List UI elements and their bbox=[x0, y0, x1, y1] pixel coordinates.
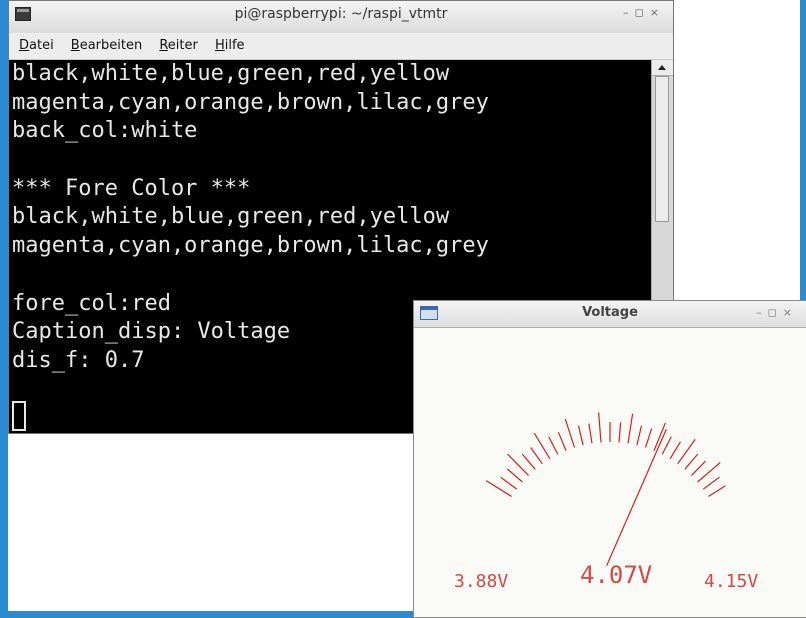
terminal-line: magenta,cyan,orange,brown,lilac,grey bbox=[12, 89, 489, 115]
menu-label: ilfe bbox=[224, 38, 245, 53]
scroll-thumb[interactable] bbox=[655, 76, 669, 222]
dial-tick bbox=[577, 425, 584, 446]
terminal-title: pi@raspberrypi: ~/raspi_vtmtr bbox=[234, 6, 448, 22]
maximize-icon[interactable]: ◻ bbox=[768, 306, 783, 319]
dial-tick bbox=[691, 460, 706, 476]
menu-hilfe[interactable]: Hilfe bbox=[215, 33, 245, 59]
menu-label: eiter bbox=[167, 38, 198, 53]
menu-label: earbeiten bbox=[79, 38, 143, 53]
dial-tick bbox=[557, 431, 567, 451]
dial-tick bbox=[548, 436, 559, 455]
voltage-title: Voltage bbox=[582, 305, 638, 320]
dial-tick bbox=[684, 453, 699, 470]
dial-tick bbox=[653, 422, 666, 451]
dial-tick bbox=[661, 436, 672, 455]
terminal-window-controls: –◻× bbox=[623, 6, 665, 19]
dial-tick bbox=[636, 425, 643, 446]
dial-tick bbox=[521, 453, 536, 470]
dial-tick bbox=[598, 412, 602, 443]
menu-bar: Datei Bearbeiten Reiter Hilfe bbox=[9, 33, 673, 60]
minimize-icon[interactable]: – bbox=[756, 306, 768, 319]
desktop: pi@raspberrypi: ~/raspi_vtmtr –◻× Datei … bbox=[8, 0, 806, 618]
minimize-icon[interactable]: – bbox=[623, 6, 635, 19]
menu-bearbeiten[interactable]: Bearbeiten bbox=[71, 33, 142, 59]
close-icon[interactable]: × bbox=[783, 306, 798, 319]
dial-tick bbox=[708, 485, 726, 498]
dial-tick bbox=[644, 428, 653, 448]
maximize-icon[interactable]: ◻ bbox=[635, 6, 650, 19]
terminal-titlebar[interactable]: pi@raspberrypi: ~/raspi_vtmtr –◻× bbox=[9, 1, 673, 34]
menu-accelerator: R bbox=[159, 38, 168, 53]
menu-accelerator: B bbox=[70, 38, 80, 53]
terminal-line: black,white,blue,green,red,yellow bbox=[12, 61, 450, 86]
min-voltage-label: 3.88V bbox=[454, 571, 509, 592]
terminal-line: magenta,cyan,orange,brown,lilac,grey bbox=[12, 233, 489, 259]
terminal-line: black,white,blue,green,red,yellow bbox=[12, 204, 450, 230]
dial-ticks bbox=[485, 412, 726, 498]
max-voltage-label: 4.15V bbox=[704, 571, 759, 592]
dial-tick bbox=[702, 476, 720, 490]
dial-tick bbox=[588, 423, 593, 444]
dial-tick bbox=[618, 422, 622, 443]
dial-tick bbox=[564, 418, 576, 448]
voltage-titlebar[interactable]: Voltage –◻× bbox=[414, 301, 806, 328]
dial-tick bbox=[530, 447, 543, 465]
voltage-window[interactable]: Voltage –◻× 3.88V 4.07V 4.15V bbox=[413, 300, 806, 618]
dial-tick bbox=[669, 441, 682, 460]
terminal-line: back_col:white bbox=[12, 118, 198, 144]
meter-needle bbox=[606, 429, 667, 566]
menu-label: atei bbox=[29, 38, 54, 53]
dial-tick bbox=[506, 468, 523, 483]
scroll-up-icon[interactable] bbox=[652, 60, 673, 76]
current-voltage-label: 4.07V bbox=[580, 561, 653, 589]
menu-accelerator: D bbox=[19, 38, 30, 53]
terminal-cursor bbox=[12, 401, 26, 431]
dial-tick bbox=[627, 413, 634, 444]
menu-accelerator: H bbox=[214, 38, 225, 53]
close-icon[interactable]: × bbox=[650, 6, 665, 19]
voltage-window-controls: –◻× bbox=[756, 306, 798, 319]
terminal-line: *** Fore Color *** bbox=[12, 175, 251, 201]
menu-datei[interactable]: Datei bbox=[19, 33, 54, 59]
dial-tick bbox=[500, 476, 518, 490]
menu-reiter[interactable]: Reiter bbox=[159, 33, 198, 59]
